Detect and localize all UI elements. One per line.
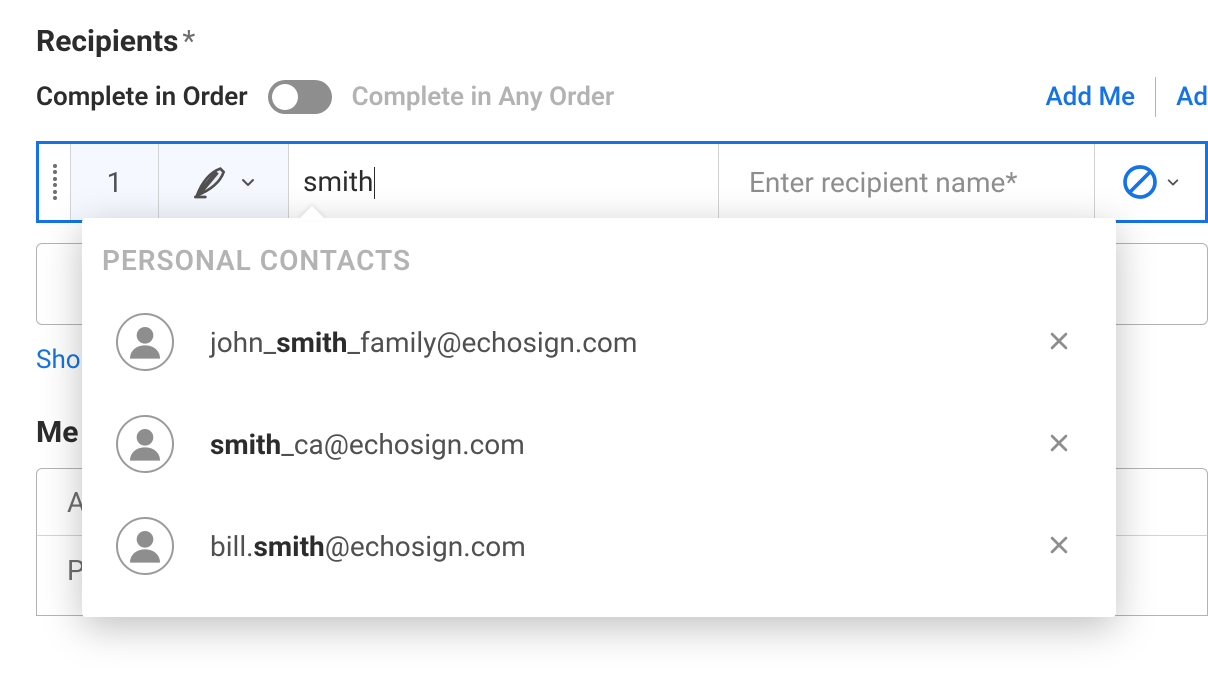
chevron-down-icon <box>1166 174 1180 190</box>
recipient-email-cell[interactable]: smith <box>289 144 719 220</box>
add-recipient-group-link-partial[interactable]: Ad <box>1176 82 1208 112</box>
no-auth-icon <box>1120 162 1160 202</box>
recipients-heading-text: Recipients <box>36 24 178 59</box>
close-icon <box>1048 330 1070 352</box>
close-icon <box>1048 432 1070 454</box>
recipient-role-selector[interactable] <box>159 144 289 220</box>
chevron-down-icon <box>240 174 256 190</box>
order-toggle[interactable] <box>268 80 332 114</box>
person-icon <box>125 526 165 566</box>
recipient-row: 1 smith Enter recipient name* <box>36 141 1208 223</box>
contact-suggestion[interactable]: smith_ca@echosign.com <box>82 393 1116 495</box>
contact-suggestion[interactable]: bill.smith@echosign.com <box>82 495 1116 597</box>
contacts-autocomplete-dropdown: PERSONAL CONTACTS john_smith_family@echo… <box>82 218 1116 617</box>
recipient-auth-selector[interactable] <box>1095 144 1205 220</box>
drag-handle[interactable] <box>39 144 71 220</box>
avatar <box>116 415 174 473</box>
recipient-email-input[interactable]: smith <box>303 165 704 200</box>
add-me-link[interactable]: Add Me <box>1045 82 1135 112</box>
pen-sign-icon <box>192 162 232 202</box>
complete-any-order-label: Complete in Any Order <box>352 82 615 112</box>
divider <box>1155 77 1156 117</box>
contact-email: bill.smith@echosign.com <box>210 530 1042 563</box>
dropdown-section-header: PERSONAL CONTACTS <box>82 244 1116 291</box>
recipient-order-number: 1 <box>71 144 159 220</box>
person-icon <box>125 322 165 362</box>
signing-order-row: Complete in Order Complete in Any Order … <box>36 77 1208 117</box>
remove-contact-button[interactable] <box>1042 319 1076 366</box>
contact-email: john_smith_family@echosign.com <box>210 326 1042 359</box>
recipient-name-cell[interactable]: Enter recipient name* <box>719 144 1095 220</box>
remove-contact-button[interactable] <box>1042 421 1076 468</box>
remove-contact-button[interactable] <box>1042 523 1076 570</box>
contact-suggestion[interactable]: john_smith_family@echosign.com <box>82 291 1116 393</box>
required-asterisk: * <box>182 24 195 59</box>
avatar <box>116 313 174 371</box>
contact-email: smith_ca@echosign.com <box>210 428 1042 461</box>
recipients-heading: Recipients * <box>36 24 1208 59</box>
complete-in-order-label: Complete in Order <box>36 82 248 112</box>
avatar <box>116 517 174 575</box>
person-icon <box>125 424 165 464</box>
recipient-name-placeholder: Enter recipient name* <box>749 166 1017 199</box>
toggle-knob <box>272 84 298 110</box>
close-icon <box>1048 534 1070 556</box>
